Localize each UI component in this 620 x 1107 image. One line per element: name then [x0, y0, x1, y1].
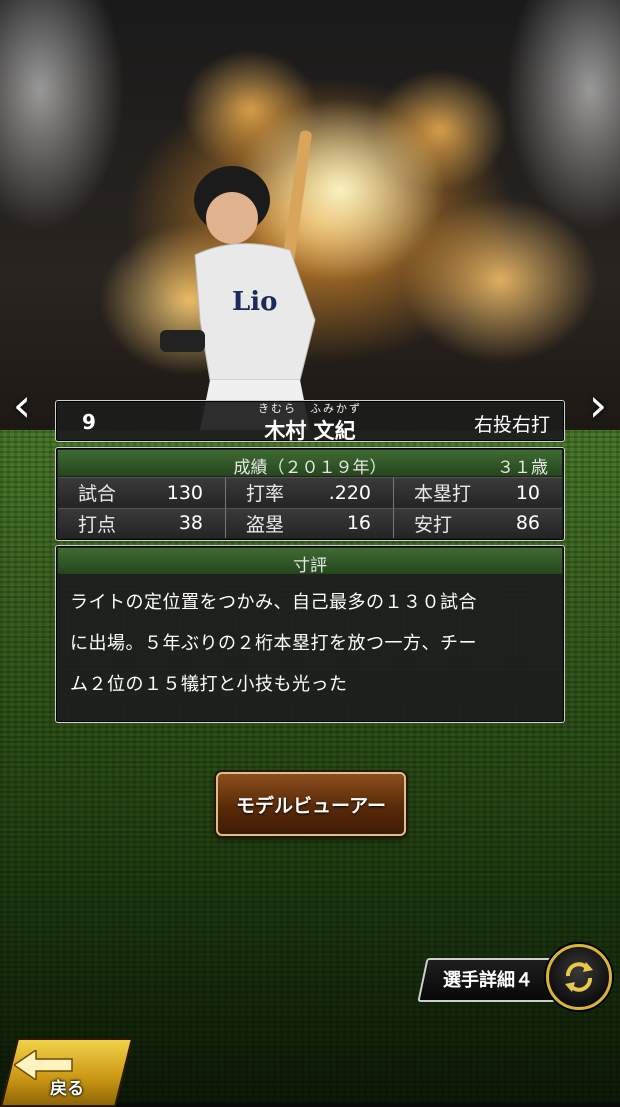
svg-text:Lio: Lio: [232, 287, 278, 317]
review-title: 寸評: [293, 556, 327, 576]
stats-header: 成績（２０１９年） ３１歳: [58, 450, 562, 478]
swap-icon: [565, 962, 593, 992]
throw-bat-type: 右投右打: [473, 414, 550, 436]
stat-sb: 盗塁 16: [226, 507, 394, 538]
stat-rbi: 打点 38: [58, 507, 226, 538]
stat-hits: 安打 86: [394, 507, 562, 538]
stats-title: 成績（２０１９年）: [233, 458, 387, 478]
stats-panel: 成績（２０１９年） ３１歳 試合 130 打率 .220 本塁打 10 打点 38 盗塁…: [55, 447, 565, 541]
swap-button[interactable]: [546, 944, 612, 1010]
back-label[interactable]: 戻る: [50, 1074, 84, 1099]
stat-hr: 本塁打 10: [394, 477, 562, 508]
player-age: ３１歳: [497, 458, 548, 478]
prev-player-button[interactable]: ‹: [4, 378, 40, 432]
stat-avg: 打率 .220: [226, 477, 394, 508]
review-panel: 寸評 ライトの定位置をつかみ、自己最多の１３０試合 に出場。５年ぶりの２桁本塁打…: [55, 545, 565, 723]
model-viewer-button[interactable]: モデルビューアー: [216, 772, 406, 836]
player-detail-label[interactable]: 選手詳細４: [432, 966, 544, 992]
next-player-button[interactable]: ›: [580, 378, 616, 432]
review-header: 寸評: [58, 548, 562, 576]
stat-games: 試合 130: [58, 477, 226, 508]
stats-grid: 試合 130 打率 .220 本塁打 10 打点 38 盗塁 16 安打 86: [58, 477, 562, 538]
review-line: ライトの定位置をつかみ、自己最多の１３０試合: [70, 592, 477, 613]
review-line: に出場。５年ぶりの２桁本塁打を放つ一方、チー: [70, 633, 477, 654]
player-image: Lio: [160, 130, 316, 430]
review-text: ライトの定位置をつかみ、自己最多の１３０試合 に出場。５年ぶりの２桁本塁打を放つ…: [70, 582, 552, 705]
player-name-bar: 9 きむら ふみかず 木村 文紀 右投右打: [55, 400, 565, 443]
review-line: ム２位の１５犠打と小技も光った: [70, 674, 348, 695]
